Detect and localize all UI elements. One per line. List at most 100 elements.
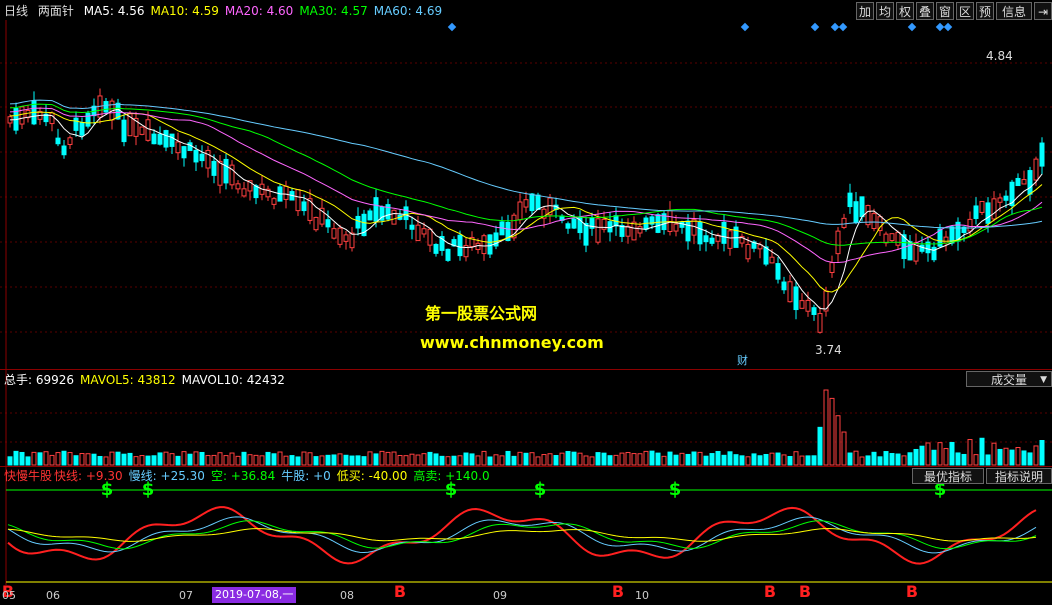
volume-bar	[247, 454, 253, 466]
candle-body	[1015, 177, 1021, 187]
candle-body	[829, 262, 835, 273]
volume-bar	[949, 441, 955, 466]
volume-bar	[571, 451, 577, 466]
volume-bar	[1009, 449, 1015, 466]
candle-body	[703, 235, 709, 243]
candle-body	[523, 199, 529, 208]
volume-bar	[919, 445, 925, 466]
candle-body	[415, 224, 421, 242]
volume-bar	[397, 455, 403, 466]
candle-body	[985, 202, 991, 224]
volume-bar	[385, 451, 391, 466]
candle-body	[991, 198, 997, 220]
indicator-legend-item: 牛股: +0	[281, 469, 331, 483]
volume-bar	[481, 450, 487, 466]
cursor-date-label: 2019-07-08,一	[212, 587, 297, 603]
candle-body	[163, 130, 169, 148]
candle-body	[181, 146, 187, 159]
candle-body	[295, 189, 301, 212]
volume-bar	[883, 451, 889, 466]
candle-body	[727, 230, 733, 249]
volume-header: 总手: 69926 MAVOL5: 43812 MAVOL10: 42432	[4, 371, 291, 389]
volume-bar	[775, 452, 781, 466]
best-indicator-button[interactable]: 最优指标	[912, 468, 984, 484]
volume-bar	[445, 456, 451, 466]
volume-bar	[277, 451, 283, 466]
candle-body	[121, 119, 127, 143]
event-diamond-icon	[935, 22, 945, 32]
volume-bar	[799, 455, 805, 466]
volume-bar	[469, 453, 475, 466]
volume-bar	[739, 455, 745, 466]
volume-bar	[631, 453, 637, 466]
volume-bar	[403, 455, 409, 466]
candle-body	[817, 313, 823, 333]
candle-body	[997, 197, 1003, 203]
volume-type-button[interactable]: 成交量 ▼	[966, 371, 1052, 387]
candle-body	[781, 281, 787, 291]
volume-bar	[31, 451, 37, 466]
candle-body	[409, 224, 415, 230]
candle-body	[805, 299, 811, 312]
volume-bar	[847, 452, 853, 466]
candle-body	[301, 201, 307, 212]
candle-body	[241, 188, 247, 197]
candle-body	[859, 196, 865, 218]
volume-bar	[901, 455, 907, 466]
candle-body	[1033, 158, 1039, 181]
volume-bar	[337, 453, 343, 466]
candle-body	[889, 233, 895, 242]
volume-bar	[619, 452, 625, 466]
volume-bar	[205, 455, 211, 466]
volume-bar	[121, 453, 127, 466]
volume-bar	[331, 454, 337, 466]
volume-bar	[25, 456, 31, 466]
candle-body	[199, 153, 205, 162]
ma-line	[9, 103, 1043, 246]
volume-bar	[175, 455, 181, 466]
volume-bar	[373, 453, 379, 466]
volume-bar	[721, 454, 727, 466]
volume-bar	[265, 451, 271, 466]
indicator-legend-item: 慢线: +25.30	[128, 469, 205, 483]
candle-body	[1027, 170, 1033, 195]
sell-signal-icon: $	[534, 479, 547, 500]
volume-bar	[1015, 447, 1021, 466]
volume-bar	[595, 452, 601, 466]
candle-body	[973, 205, 979, 219]
volume-bar	[607, 455, 613, 466]
volume-bar	[271, 453, 277, 466]
volume-bar	[565, 450, 571, 466]
candle-body	[421, 228, 427, 235]
candle-body	[403, 206, 409, 221]
slow-line	[7, 516, 1037, 554]
volume-bar	[937, 442, 943, 466]
indicator-legend-item: 快线: +9.30	[54, 469, 123, 483]
finance-marker[interactable]: 财	[737, 352, 748, 368]
candle-body	[835, 230, 841, 255]
volume-bar	[691, 451, 697, 466]
event-diamond-icon	[838, 22, 848, 32]
volume-bar	[367, 451, 373, 466]
volume-bar	[457, 455, 463, 466]
event-diamond-icon	[447, 22, 457, 32]
event-diamond-icon	[907, 22, 917, 32]
volume-bar	[181, 451, 187, 466]
candle-body	[175, 141, 181, 154]
indicator-legend-item: 空: +36.84	[210, 469, 276, 483]
volume-bar	[751, 453, 757, 466]
indicator-help-button[interactable]: 指标说明	[986, 468, 1052, 484]
volume-bar	[415, 454, 421, 466]
candle-body	[787, 281, 793, 303]
candle-body	[967, 218, 973, 232]
volume-bar	[991, 442, 997, 466]
indicator-legend-item: 低买: -40.00	[336, 469, 408, 483]
candle-body	[325, 219, 331, 228]
candle-body	[697, 221, 703, 245]
volume-bar	[835, 415, 841, 466]
volume-bar	[541, 454, 547, 466]
candle-body	[157, 133, 163, 145]
volume-bar	[73, 455, 79, 466]
volume-bar	[169, 453, 175, 466]
candle-body	[637, 226, 643, 234]
